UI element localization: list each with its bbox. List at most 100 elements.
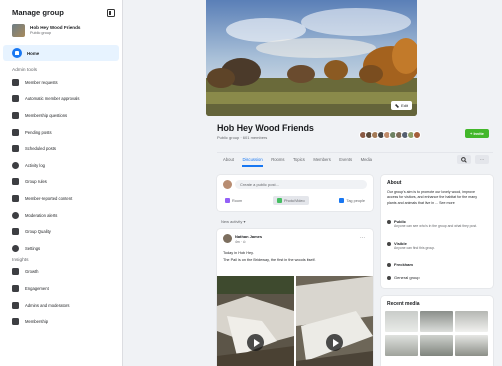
search-icon (461, 156, 467, 163)
media-thumbnail[interactable] (420, 311, 453, 332)
post-author[interactable]: Nathan James (235, 234, 262, 239)
sidebar-group-name: Hob Hey Wood Friends (30, 25, 81, 31)
about-row-sub: Anyone can see who's in the group and wh… (394, 224, 478, 228)
sidebar-item-label: Pending posts (25, 129, 52, 135)
tab-media[interactable]: Media (361, 153, 372, 167)
avatar (413, 131, 421, 139)
tab-members[interactable]: Members (313, 153, 330, 167)
post-text-line: Today in Hob Hey. (223, 251, 254, 255)
post-composer: Create a public post... Room Photo/Video T… (217, 175, 373, 211)
about-card: About Our group's aim is to promote our … (381, 175, 493, 288)
tab-events[interactable]: Events (339, 153, 352, 167)
rules-icon (12, 178, 19, 186)
group-thumbnail (12, 24, 25, 37)
about-row-label: Freckham (394, 262, 413, 267)
avatar[interactable] (223, 234, 232, 243)
sidebar-item-home[interactable]: Home (3, 45, 119, 61)
calendar-icon (12, 145, 19, 153)
group-main: Edit Hob Hey Wood Friends Public group ·… (123, 0, 502, 366)
member-requests-icon (12, 78, 19, 86)
sidebar-item-membership[interactable]: Membership (0, 313, 122, 330)
media-thumbnail[interactable] (455, 335, 488, 356)
room-icon (225, 198, 230, 203)
post-text-line: The Pail is on the Brideway, the first i… (223, 258, 316, 262)
sidebar-group-link[interactable]: Hob Hey Wood Friends Public group (0, 21, 122, 43)
engagement-icon (12, 284, 19, 292)
room-button[interactable]: Room (221, 196, 246, 205)
group-tabs: About Discussion Rooms Topics Members Events M… (217, 152, 493, 167)
post-timestamp[interactable]: 4m · ⊙ (235, 240, 246, 244)
new-activity-sort[interactable]: New activity ▾ (221, 219, 245, 224)
tab-discussion[interactable]: Discussion (242, 153, 263, 167)
home-icon (12, 48, 22, 58)
media-thumbnail[interactable] (385, 335, 418, 356)
search-button[interactable] (457, 155, 471, 164)
sidebar-item-label: Admins and moderators (25, 302, 70, 308)
sidebar-title: Manage group (12, 8, 64, 17)
sidebar-item-member-reported-content[interactable]: Member-reported content (0, 190, 122, 207)
sidebar-item-automatic-member-approvals[interactable]: Automatic member approvals (0, 91, 122, 108)
post-video[interactable] (296, 276, 373, 366)
sidebar-item-activity-log[interactable]: Activity log (0, 157, 122, 174)
about-title: About (387, 180, 402, 186)
feed-post: Nathan James 4m · ⊙ ··· Today in Hob Hey… (217, 229, 373, 366)
sidebar-item-label: Member-reported content (25, 195, 73, 201)
sidebar-item-settings[interactable]: Settings (0, 240, 122, 257)
cover-photo-image (206, 0, 417, 116)
sidebar-item-membership-questions[interactable]: Membership questions (0, 107, 122, 124)
sidebar-item-engagement[interactable]: Engagement (0, 280, 122, 297)
media-thumbnail[interactable] (455, 311, 488, 332)
invite-label: + Invite (470, 131, 484, 136)
sidebar-item-label: Automatic member approvals (25, 96, 80, 102)
sidebar-item-moderation-alerts[interactable]: Moderation alerts (0, 207, 122, 224)
cover-photo: Edit (206, 0, 417, 116)
create-post-input[interactable]: Create a public post... (235, 180, 367, 189)
more-options-button[interactable]: ··· (475, 155, 489, 164)
tag-people-button[interactable]: Tag people (335, 196, 369, 205)
clock-icon (12, 161, 19, 169)
collapse-sidebar-icon[interactable] (107, 8, 115, 17)
composer-action-label: Photo/Video (283, 198, 305, 203)
sidebar-item-group-quality[interactable]: Group Quality (0, 223, 122, 240)
eye-icon (387, 241, 391, 246)
admins-icon (12, 301, 19, 309)
video-thumbnail (217, 276, 294, 366)
group-meta: Public group · 601 members (217, 135, 268, 140)
sidebar-item-growth[interactable]: Growth (0, 264, 122, 281)
sidebar-item-admins-and-moderators[interactable]: Admins and moderators (0, 297, 122, 314)
insights-heading: Insights (12, 257, 29, 263)
globe-icon (387, 219, 391, 224)
edit-cover-label: Edit (401, 103, 408, 108)
member-avatars[interactable] (359, 131, 421, 139)
media-thumbnail[interactable] (420, 335, 453, 356)
tab-rooms[interactable]: Rooms (271, 153, 284, 167)
group-header: Hob Hey Wood Friends Public group · 601 … (217, 123, 487, 140)
sidebar-item-member-requests[interactable]: Member requests (0, 74, 122, 91)
sidebar-item-label: Settings (25, 245, 41, 251)
about-description: Our group's aim is to promote our lovely… (387, 190, 478, 205)
post-video[interactable] (217, 276, 294, 366)
sidebar-item-group-rules[interactable]: Group rules (0, 174, 122, 191)
tab-about[interactable]: About (223, 153, 234, 167)
media-thumbnail[interactable] (385, 311, 418, 332)
sidebar-item-label: Group Quality (25, 229, 51, 235)
auto-approve-icon (12, 95, 19, 103)
edit-cover-button[interactable]: Edit (391, 101, 412, 110)
photo-video-button[interactable]: Photo/Video (272, 196, 309, 205)
sidebar-item-scheduled-posts[interactable]: Scheduled posts (0, 140, 122, 157)
sidebar-header: Manage group (0, 0, 122, 21)
about-row-visible: Visible Anyone can find this group. (387, 241, 479, 251)
about-row-public: Public Anyone can see who's in the group … (387, 219, 479, 229)
tab-topics[interactable]: Topics (293, 153, 305, 167)
admin-tools-heading: Admin tools (12, 68, 38, 73)
quality-icon (12, 228, 19, 236)
about-row-label: General group (394, 275, 420, 280)
play-icon[interactable] (247, 334, 264, 351)
play-icon[interactable] (326, 334, 343, 351)
post-more-icon[interactable]: ··· (360, 235, 365, 241)
video-thumbnail (296, 276, 373, 366)
questions-icon (12, 111, 19, 119)
photo-video-icon (276, 198, 282, 203)
invite-button[interactable]: + Invite (465, 129, 489, 138)
sidebar-item-pending-posts[interactable]: Pending posts (0, 124, 122, 141)
